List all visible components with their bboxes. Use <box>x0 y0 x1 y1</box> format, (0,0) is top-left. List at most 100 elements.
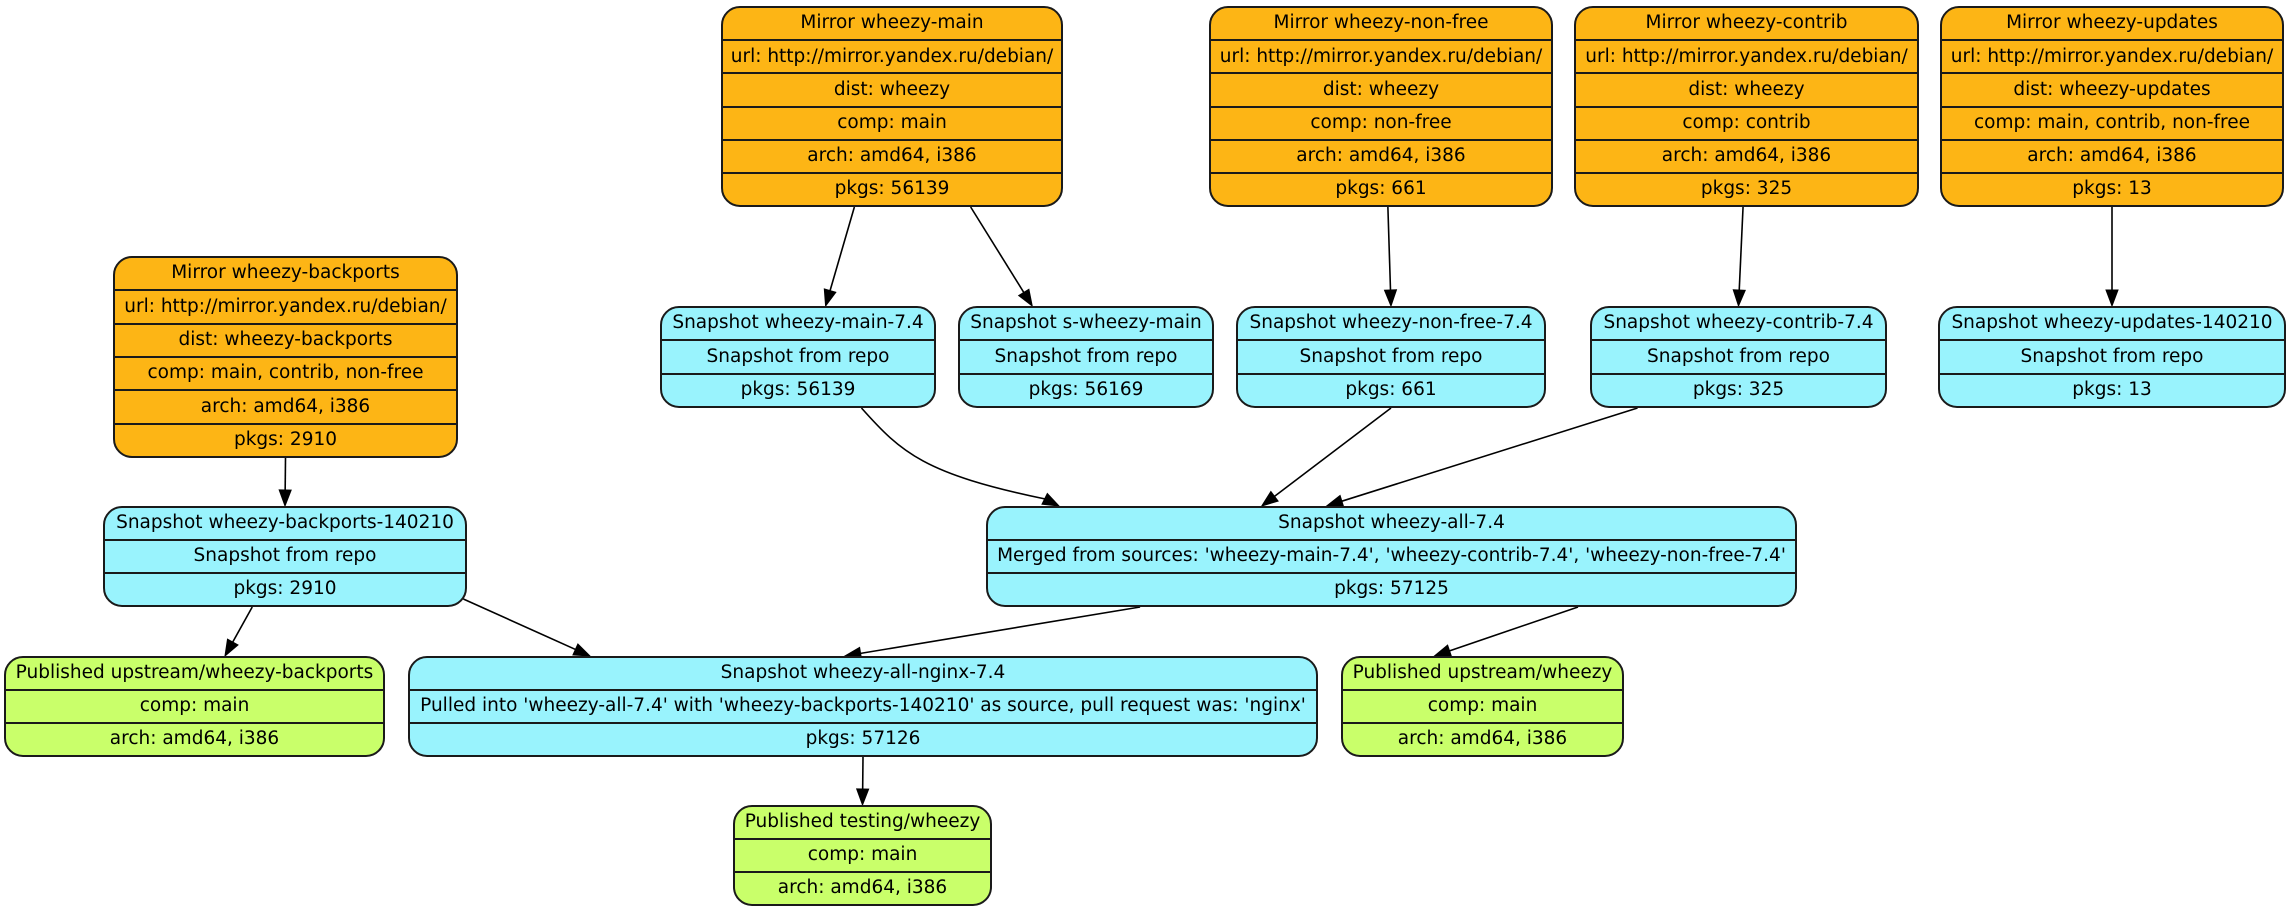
node-pkgs: pkgs: 325 <box>1576 171 1917 205</box>
node-title: Snapshot wheezy-all-7.4 <box>1278 512 1505 534</box>
node-arch: arch: amd64, i386 <box>1576 138 1917 172</box>
node-comp: comp: main <box>735 838 990 871</box>
node-url: url: http://mirror.yandex.ru/debian/ <box>1211 39 1551 72</box>
node-comp: comp: main <box>723 105 1061 139</box>
node-comp: comp: main <box>1343 689 1622 722</box>
node-arch: arch: amd64, i386 <box>115 389 456 422</box>
arrowhead-icon <box>224 638 239 658</box>
node-mirror-wheezy-non-free: Mirror wheezy-non-free url: http://mirro… <box>1209 6 1553 207</box>
node-title: Published upstream/wheezy <box>1352 662 1613 684</box>
node-title: Mirror wheezy-updates <box>2006 12 2218 34</box>
node-description: Snapshot from repo <box>662 339 934 372</box>
node-pkgs: pkgs: 13 <box>1940 372 2284 406</box>
edge-snapshot-wheezy-non-free-7.4-to-snapshot-wheezy-all-7.4 <box>1274 407 1392 497</box>
node-dist: dist: wheezy-updates <box>1942 72 2282 105</box>
node-description: Snapshot from repo <box>1940 339 2284 372</box>
node-pkgs: pkgs: 325 <box>1592 372 1885 406</box>
node-dist: dist: wheezy <box>1211 72 1551 105</box>
arrowhead-icon <box>1732 289 1746 308</box>
node-description: Snapshot from repo <box>1238 339 1544 372</box>
node-pkgs: pkgs: 661 <box>1211 171 1551 205</box>
node-title: Snapshot s-wheezy-main <box>970 312 1202 334</box>
edge-mirror-wheezy-main-to-snapshot-s-wheezy-main <box>969 206 1025 293</box>
diagram-canvas: Mirror wheezy-main url: http://mirror.ya… <box>0 0 2291 912</box>
node-comp: comp: main <box>6 689 383 722</box>
node-mirror-wheezy-contrib: Mirror wheezy-contrib url: http://mirror… <box>1574 6 1919 207</box>
node-title: Snapshot wheezy-backports-140210 <box>116 512 454 534</box>
edge-snapshot-wheezy-all-7.4-to-published-upstream-wheezy <box>1449 606 1579 652</box>
node-snapshot-wheezy-non-free-7.4: Snapshot wheezy-non-free-7.4 Snapshot fr… <box>1236 306 1546 408</box>
node-title: Snapshot wheezy-main-7.4 <box>672 312 924 334</box>
arrowhead-icon <box>1260 490 1279 507</box>
node-snapshot-wheezy-main-7.4: Snapshot wheezy-main-7.4 Snapshot from r… <box>660 306 936 408</box>
node-url: url: http://mirror.yandex.ru/debian/ <box>723 39 1061 72</box>
node-description: Snapshot from repo <box>105 539 465 572</box>
node-url: url: http://mirror.yandex.ru/debian/ <box>115 289 456 322</box>
node-snapshot-wheezy-all-nginx-7.4: Snapshot wheezy-all-nginx-7.4 Pulled int… <box>408 656 1318 757</box>
arrowhead-icon <box>1017 288 1033 308</box>
node-arch: arch: amd64, i386 <box>1343 722 1622 755</box>
node-title: Snapshot wheezy-updates-140210 <box>1951 312 2273 334</box>
arrowhead-icon <box>855 788 870 807</box>
edge-mirror-wheezy-contrib-to-snapshot-wheezy-contrib-7.4 <box>1738 206 1744 291</box>
node-pkgs: pkgs: 2910 <box>115 422 456 456</box>
node-snapshot-wheezy-backports-140210: Snapshot wheezy-backports-140210 Snapsho… <box>103 506 467 607</box>
node-title: Snapshot wheezy-all-nginx-7.4 <box>720 662 1006 684</box>
node-mirror-wheezy-backports: Mirror wheezy-backports url: http://mirr… <box>113 256 458 458</box>
node-published-upstream-wheezy: Published upstream/wheezy comp: main arc… <box>1341 656 1624 757</box>
node-description: Pulled into 'wheezy-all-7.4' with 'wheez… <box>410 689 1316 722</box>
node-description: Snapshot from repo <box>960 339 1212 372</box>
node-pkgs: pkgs: 661 <box>1238 372 1544 406</box>
node-description: Snapshot from repo <box>1592 339 1885 372</box>
node-title: Mirror wheezy-main <box>800 12 984 34</box>
node-published-testing-wheezy: Published testing/wheezy comp: main arch… <box>733 805 992 906</box>
node-pkgs: pkgs: 13 <box>1942 171 2282 205</box>
node-pkgs: pkgs: 56139 <box>662 372 934 406</box>
edge-snapshot-wheezy-backports-140210-to-published-upstream-wheezy-backports <box>232 606 253 643</box>
node-url: url: http://mirror.yandex.ru/debian/ <box>1576 39 1917 72</box>
node-arch: arch: amd64, i386 <box>1211 138 1551 172</box>
edge-snapshot-wheezy-contrib-7.4-to-snapshot-wheezy-all-7.4 <box>1341 407 1638 502</box>
node-title: Published upstream/wheezy-backports <box>15 662 374 684</box>
node-comp: comp: main, contrib, non-free <box>115 355 456 389</box>
node-title: Snapshot wheezy-non-free-7.4 <box>1249 312 1533 334</box>
node-mirror-wheezy-main: Mirror wheezy-main url: http://mirror.ya… <box>721 6 1063 207</box>
node-title: Snapshot wheezy-contrib-7.4 <box>1603 312 1874 334</box>
arrowhead-icon <box>1383 289 1398 308</box>
node-arch: arch: amd64, i386 <box>723 138 1061 172</box>
arrowhead-icon <box>1433 644 1453 658</box>
node-title: Mirror wheezy-non-free <box>1273 12 1489 34</box>
node-arch: arch: amd64, i386 <box>6 722 383 755</box>
node-arch: arch: amd64, i386 <box>1942 138 2282 172</box>
node-comp: comp: contrib <box>1576 105 1917 139</box>
node-description: Merged from sources: 'wheezy-main-7.4', … <box>988 539 1795 572</box>
node-mirror-wheezy-updates: Mirror wheezy-updates url: http://mirror… <box>1940 6 2284 207</box>
node-comp: comp: main, contrib, non-free <box>1942 105 2282 139</box>
node-snapshot-s-wheezy-main: Snapshot s-wheezy-main Snapshot from rep… <box>958 306 1214 408</box>
node-dist: dist: wheezy <box>723 72 1061 105</box>
edge-mirror-wheezy-main-to-snapshot-wheezy-main-7.4 <box>829 206 856 291</box>
edge-snapshot-wheezy-main-7.4-to-snapshot-wheezy-all-7.4 <box>860 407 1045 500</box>
node-pkgs: pkgs: 2910 <box>105 572 465 605</box>
node-snapshot-wheezy-contrib-7.4: Snapshot wheezy-contrib-7.4 Snapshot fro… <box>1590 306 1887 408</box>
node-title: Mirror wheezy-contrib <box>1645 12 1848 34</box>
edge-snapshot-wheezy-backports-140210-to-snapshot-wheezy-all-nginx-7.4 <box>463 598 576 651</box>
node-published-upstream-wheezy-backports: Published upstream/wheezy-backports comp… <box>4 656 385 757</box>
arrowhead-icon <box>572 643 592 657</box>
node-pkgs: pkgs: 57125 <box>988 572 1795 605</box>
node-url: url: http://mirror.yandex.ru/debian/ <box>1942 39 2282 72</box>
node-pkgs: pkgs: 57126 <box>410 722 1316 755</box>
node-dist: dist: wheezy-backports <box>115 322 456 356</box>
node-title: Mirror wheezy-backports <box>171 262 400 284</box>
edge-snapshot-wheezy-all-7.4-to-snapshot-wheezy-all-nginx-7.4 <box>860 606 1141 655</box>
node-pkgs: pkgs: 56169 <box>960 372 1212 406</box>
node-arch: arch: amd64, i386 <box>735 871 990 904</box>
arrowhead-icon <box>1041 492 1061 507</box>
node-comp: comp: non-free <box>1211 105 1551 139</box>
arrowhead-icon <box>278 489 292 508</box>
node-snapshot-wheezy-all-7.4: Snapshot wheezy-all-7.4 Merged from sour… <box>986 506 1797 607</box>
arrowhead-icon <box>2105 289 2119 308</box>
node-snapshot-wheezy-updates-140210: Snapshot wheezy-updates-140210 Snapshot … <box>1938 306 2286 408</box>
node-pkgs: pkgs: 56139 <box>723 171 1061 205</box>
arrowhead-icon <box>823 288 837 308</box>
